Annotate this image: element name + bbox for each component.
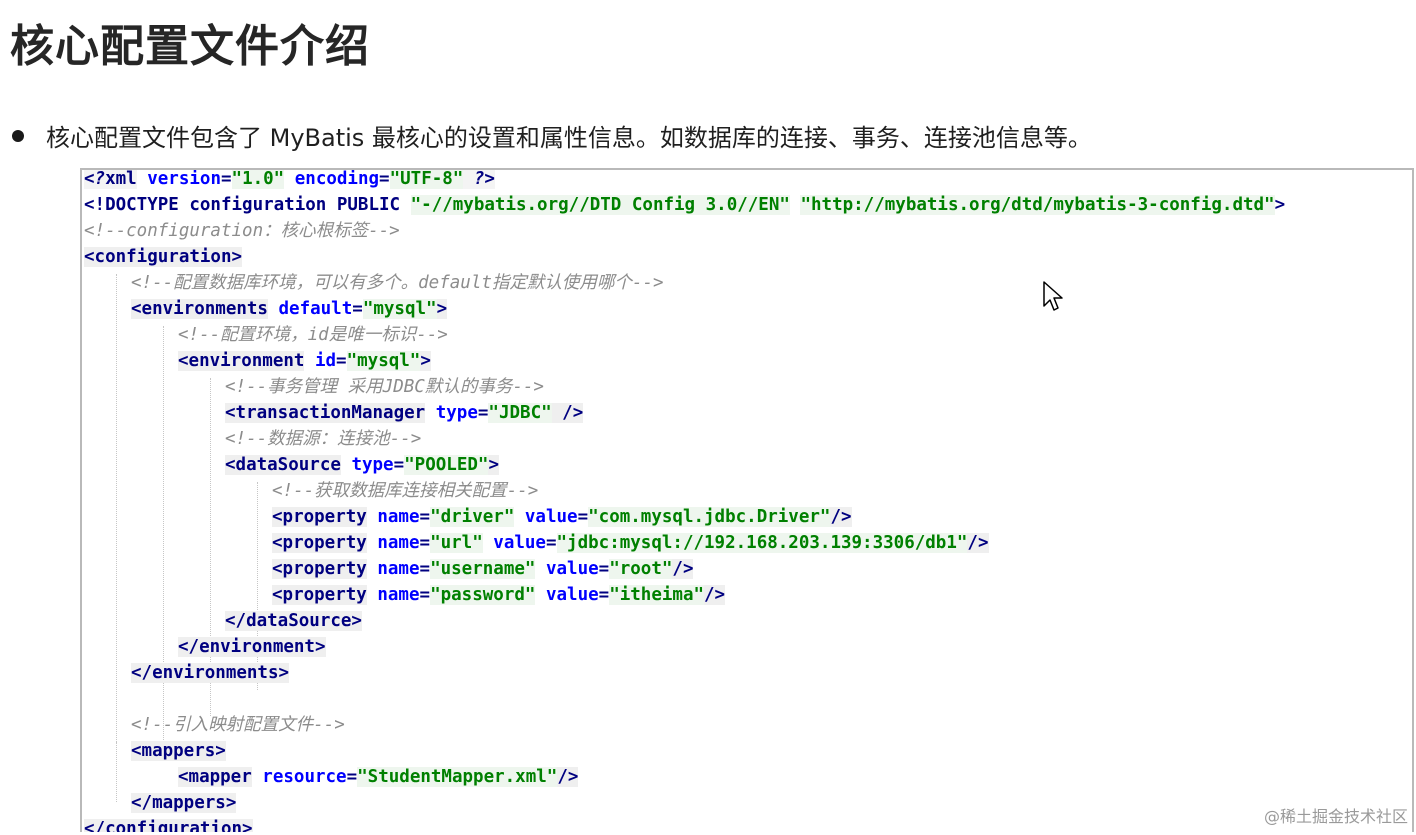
- code-line-transaction-manager: <transactionManager type="JDBC" />: [225, 403, 584, 423]
- slide-title: 核心配置文件介绍: [10, 21, 370, 72]
- code-line-mapper: <mapper resource="StudentMapper.xml"/>: [178, 767, 579, 787]
- indent-guide: [116, 742, 117, 802]
- code-line-configuration-close: </configuration>: [84, 816, 253, 832]
- bullet-text: 核心配置文件包含了 MyBatis 最核心的设置和属性信息。如数据库的连接、事务…: [46, 124, 1092, 152]
- code-line-comment: <!--配置数据库环境，可以有多个。default指定默认使用哪个-->: [131, 273, 664, 293]
- code-line-property-username: <property name="username" value="root"/>: [272, 559, 694, 579]
- bullet-point: 核心配置文件包含了 MyBatis 最核心的设置和属性信息。如数据库的连接、事务…: [12, 118, 1092, 153]
- code-line-xml-declaration: <?xml version="1.0" encoding="UTF-8" ?>: [84, 169, 495, 189]
- code-line-mappers-open: <mappers>: [131, 741, 226, 761]
- watermark: @稀土掘金技术社区: [1263, 807, 1408, 826]
- code-line-comment: <!--配置环境，id是唯一标识-->: [178, 325, 448, 345]
- code-line-datasource-open: <dataSource type="POOLED">: [225, 455, 499, 475]
- code-snippet-frame: <?xml version="1.0" encoding="UTF-8" ?> …: [80, 168, 1414, 832]
- code-line-comment: <!--事务管理 采用JDBC默认的事务-->: [225, 377, 544, 397]
- code-line-property-url: <property name="url" value="jdbc:mysql:/…: [272, 533, 989, 553]
- code-line-environments-close: </environments>: [131, 663, 290, 683]
- code-line-comment: <!--获取数据库连接相关配置-->: [272, 481, 539, 501]
- code-line-configuration-open: <configuration>: [84, 247, 243, 267]
- code-line-environment-open: <environment id="mysql">: [178, 351, 431, 371]
- code-line-environment-close: </environment>: [178, 637, 326, 657]
- code-line-comment: <!--数据源：连接池-->: [225, 429, 422, 449]
- indent-guide: [116, 274, 117, 768]
- code-line-datasource-close: </dataSource>: [225, 611, 362, 631]
- code-line-doctype: <!DOCTYPE configuration PUBLIC "-//mybat…: [84, 195, 1286, 215]
- code-line-property-driver: <property name="driver" value="com.mysql…: [272, 507, 852, 527]
- code-line-property-password: <property name="password" value="itheima…: [272, 585, 726, 605]
- code-line-comment: <!--引入映射配置文件-->: [131, 715, 345, 735]
- code-line-comment: <!--configuration：核心根标签-->: [84, 221, 400, 241]
- bullet-dot-icon: [12, 129, 24, 142]
- mouse-pointer-icon: [1043, 281, 1063, 311]
- code-line-mappers-close: </mappers>: [131, 793, 237, 813]
- code-line-environments-open: <environments default="mysql">: [131, 299, 448, 319]
